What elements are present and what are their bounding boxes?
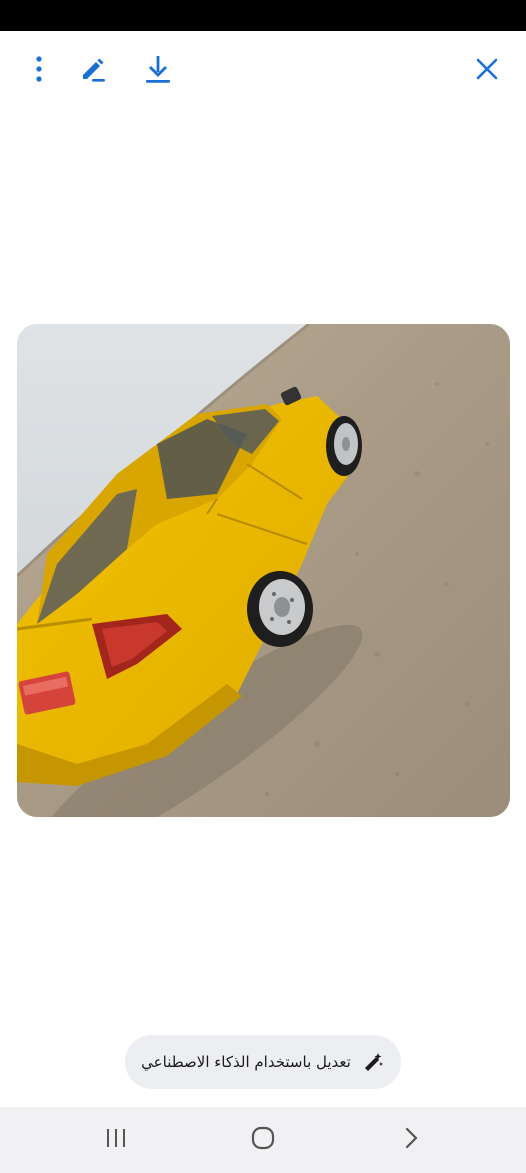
car-photo[interactable] [17, 324, 510, 817]
back-chevron-icon [403, 1126, 419, 1154]
magic-wand-icon [361, 1050, 385, 1074]
download-button[interactable] [140, 51, 176, 87]
status-bar [0, 0, 526, 31]
recent-apps-icon [104, 1127, 128, 1153]
download-icon [144, 54, 172, 84]
home-icon [250, 1125, 276, 1155]
more-vertical-icon [35, 56, 43, 82]
close-icon [476, 58, 498, 80]
top-toolbar [0, 31, 526, 111]
close-button[interactable] [469, 51, 505, 87]
edit-button[interactable] [75, 51, 111, 87]
navigation-bar [0, 1107, 526, 1173]
rear-wheel [247, 571, 313, 647]
home-button[interactable] [243, 1123, 283, 1157]
screen: تعديل باستخدام الذكاء الاصطناعي [0, 0, 526, 1173]
front-wheel [326, 416, 362, 476]
ai-edit-label: تعديل باستخدام الذكاء الاصطناعي [141, 1053, 351, 1071]
ai-edit-button[interactable]: تعديل باستخدام الذكاء الاصطناعي [125, 1035, 401, 1089]
more-options-button[interactable] [21, 51, 57, 87]
back-button[interactable] [391, 1123, 431, 1157]
recent-apps-button[interactable] [96, 1123, 136, 1157]
pencil-icon [79, 55, 107, 83]
